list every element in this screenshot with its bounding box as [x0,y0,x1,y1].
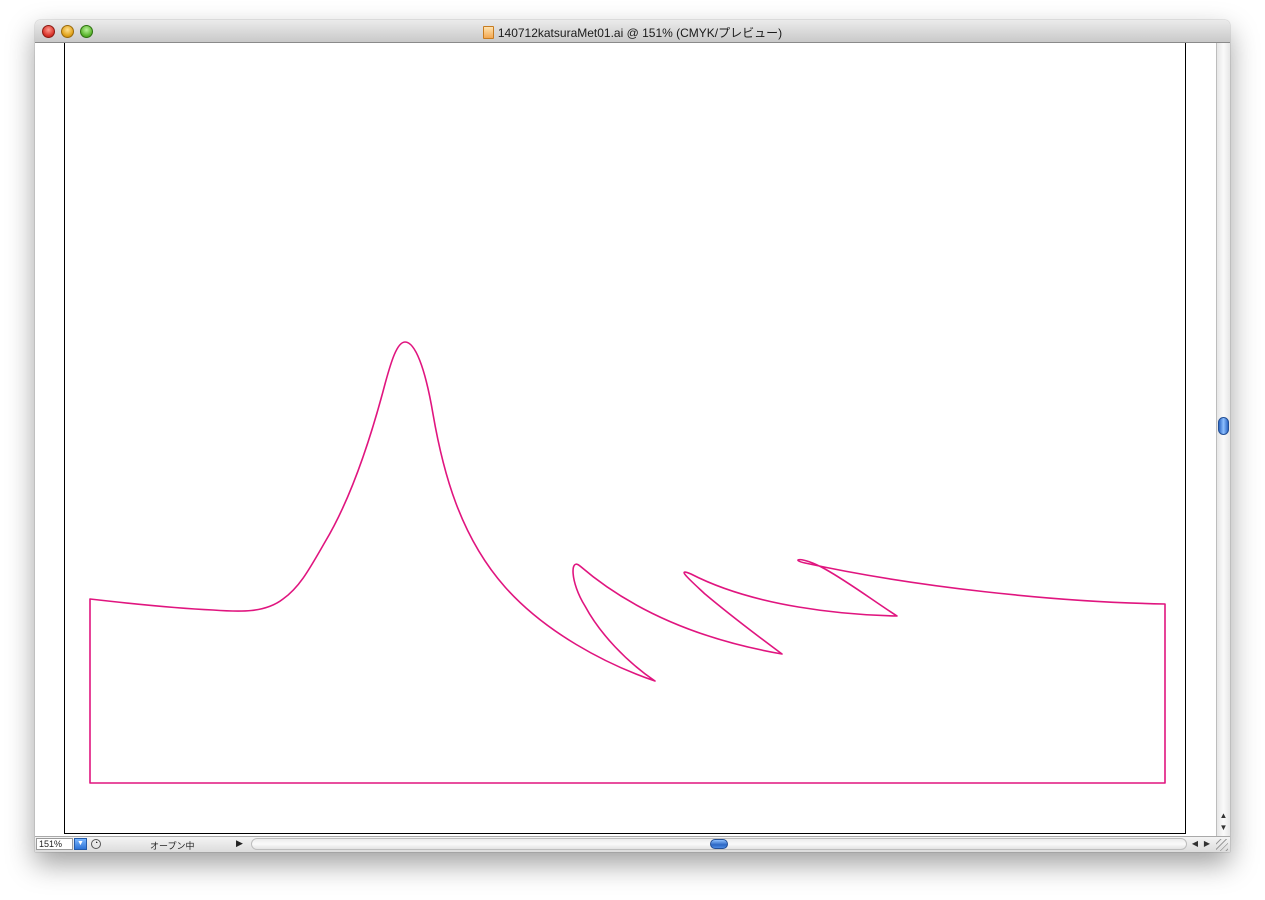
zoom-field[interactable]: 151% [36,838,73,850]
chevron-down-icon[interactable]: ▼ [74,838,87,850]
vertical-scrollbar[interactable]: ▲ ▼ [1216,43,1230,836]
scroll-up-arrow[interactable]: ▲ [1217,810,1230,822]
scroll-down-arrow[interactable]: ▼ [1217,822,1230,834]
scroll-right-arrow[interactable]: ▶ [1201,838,1213,850]
status-text: オープン中 [150,841,195,851]
title-bar[interactable]: 140712katsuraMet01.ai @ 151% (CMYK/プレビュー… [35,20,1230,43]
status-bar: 151% ▼ ◔ オープン中 ▶ ◀ ▶ [35,836,1230,852]
horizontal-scrollbar[interactable] [251,838,1187,850]
vertical-scroll-thumb[interactable] [1218,417,1229,435]
artwork-shape-path[interactable] [89,341,1166,784]
scroll-left-arrow[interactable]: ◀ [1189,838,1201,850]
artwork[interactable] [65,43,1187,835]
horizontal-scroll-thumb[interactable] [710,839,728,849]
resize-grip[interactable] [1216,839,1228,851]
canvas-area[interactable] [35,43,1216,836]
triangle-right-icon[interactable]: ▶ [236,838,243,849]
window-title-text: 140712katsuraMet01.ai @ 151% (CMYK/プレビュー… [497,26,783,40]
artboard [64,43,1186,834]
document-window: 140712katsuraMet01.ai @ 151% (CMYK/プレビュー… [35,20,1230,852]
window-title: 140712katsuraMet01.ai @ 151% (CMYK/プレビュー… [35,24,1230,41]
document-icon [482,26,494,39]
status-options-icon[interactable]: ◔ [91,839,101,849]
